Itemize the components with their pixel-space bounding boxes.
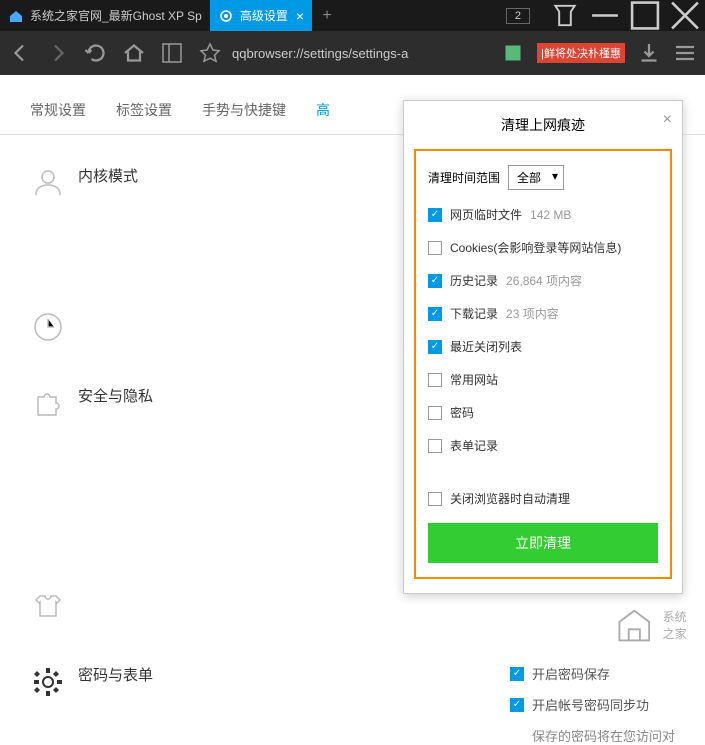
maximize-button[interactable]	[625, 0, 665, 31]
toolbar: qqbrowser://settings/settings-a |鲜将处决朴槿惠	[0, 31, 705, 75]
user-icon	[30, 165, 66, 201]
check-frequent[interactable]: 常用网站	[428, 371, 658, 388]
home-button[interactable]	[122, 41, 146, 65]
section-title: 密码与表单	[78, 664, 500, 685]
dialog-title: 清理上网痕迹 ×	[404, 101, 682, 149]
tab-system-home[interactable]: 系统之家官网_最新Ghost XP Sp	[0, 0, 210, 31]
gear-icon	[30, 664, 66, 700]
check-temp-files[interactable]: 网页临时文件142 MB	[428, 206, 658, 223]
nav-general[interactable]: 常规设置	[30, 86, 86, 134]
download-icon[interactable]	[637, 41, 661, 65]
check-download[interactable]: 下载记录23 项内容	[428, 305, 658, 322]
new-tab-button[interactable]: +	[312, 7, 342, 25]
check-sync-password[interactable]: 开启帐号密码同步功	[510, 695, 675, 714]
check-auto-clean[interactable]: 关闭浏览器时自动清理	[428, 490, 658, 507]
time-range-row: 清理时间范围 全部	[428, 165, 658, 190]
nav-gestures[interactable]: 手势与快捷键	[202, 86, 286, 134]
address-text: qqbrowser://settings/settings-a	[232, 46, 408, 61]
skin-icon[interactable]	[545, 0, 585, 31]
gear-icon	[218, 8, 234, 24]
news-badge[interactable]: |鲜将处决朴槿惠	[537, 43, 625, 63]
check-form[interactable]: 表单记录	[428, 437, 658, 454]
star-icon[interactable]	[198, 41, 222, 65]
tab-title: 高级设置	[240, 7, 288, 24]
check-save-password[interactable]: 开启密码保存	[510, 664, 675, 683]
check-recent[interactable]: 最近关闭列表	[428, 338, 658, 355]
section-password: 密码与表单 开启密码保存 开启帐号密码同步功 保存的密码将在您访问对	[30, 664, 675, 745]
nav-tabs[interactable]: 标签设置	[116, 86, 172, 134]
reload-button[interactable]	[84, 41, 108, 65]
window-controls: 2	[506, 0, 705, 31]
minimize-button[interactable]	[585, 0, 625, 31]
close-icon[interactable]: ×	[663, 111, 672, 129]
watermark: 系统之家	[612, 607, 690, 644]
close-icon[interactable]: ×	[296, 8, 304, 24]
site-icon	[8, 8, 24, 24]
menu-button[interactable]	[673, 41, 697, 65]
check-cookies[interactable]: Cookies(会影响登录等网站信息)	[428, 239, 658, 256]
clock-icon	[30, 309, 66, 345]
puzzle-icon	[30, 385, 66, 421]
clean-now-button[interactable]: 立即清理	[428, 523, 658, 563]
extension-icon[interactable]	[501, 41, 525, 65]
check-pwd[interactable]: 密码	[428, 404, 658, 421]
nav-advanced[interactable]: 高	[316, 86, 330, 134]
tab-advanced-settings[interactable]: 高级设置 ×	[210, 0, 312, 31]
clear-data-dialog: 清理上网痕迹 × 清理时间范围 全部 网页临时文件142 MB Cookies(…	[403, 100, 683, 594]
shirt-icon	[30, 588, 66, 624]
window-count-badge[interactable]: 2	[506, 8, 530, 24]
forward-button[interactable]	[46, 41, 70, 65]
tab-title: 系统之家官网_最新Ghost XP Sp	[30, 7, 202, 24]
address-bar[interactable]: qqbrowser://settings/settings-a	[198, 41, 487, 65]
back-button[interactable]	[8, 41, 32, 65]
titlebar: 系统之家官网_最新Ghost XP Sp 高级设置 × + 2	[0, 0, 705, 31]
sidebar-icon[interactable]	[160, 41, 184, 65]
time-range-select[interactable]: 全部	[508, 165, 564, 190]
password-desc: 保存的密码将在您访问对	[532, 726, 675, 745]
close-button[interactable]	[665, 0, 705, 31]
check-history[interactable]: 历史记录26,864 项内容	[428, 272, 658, 289]
